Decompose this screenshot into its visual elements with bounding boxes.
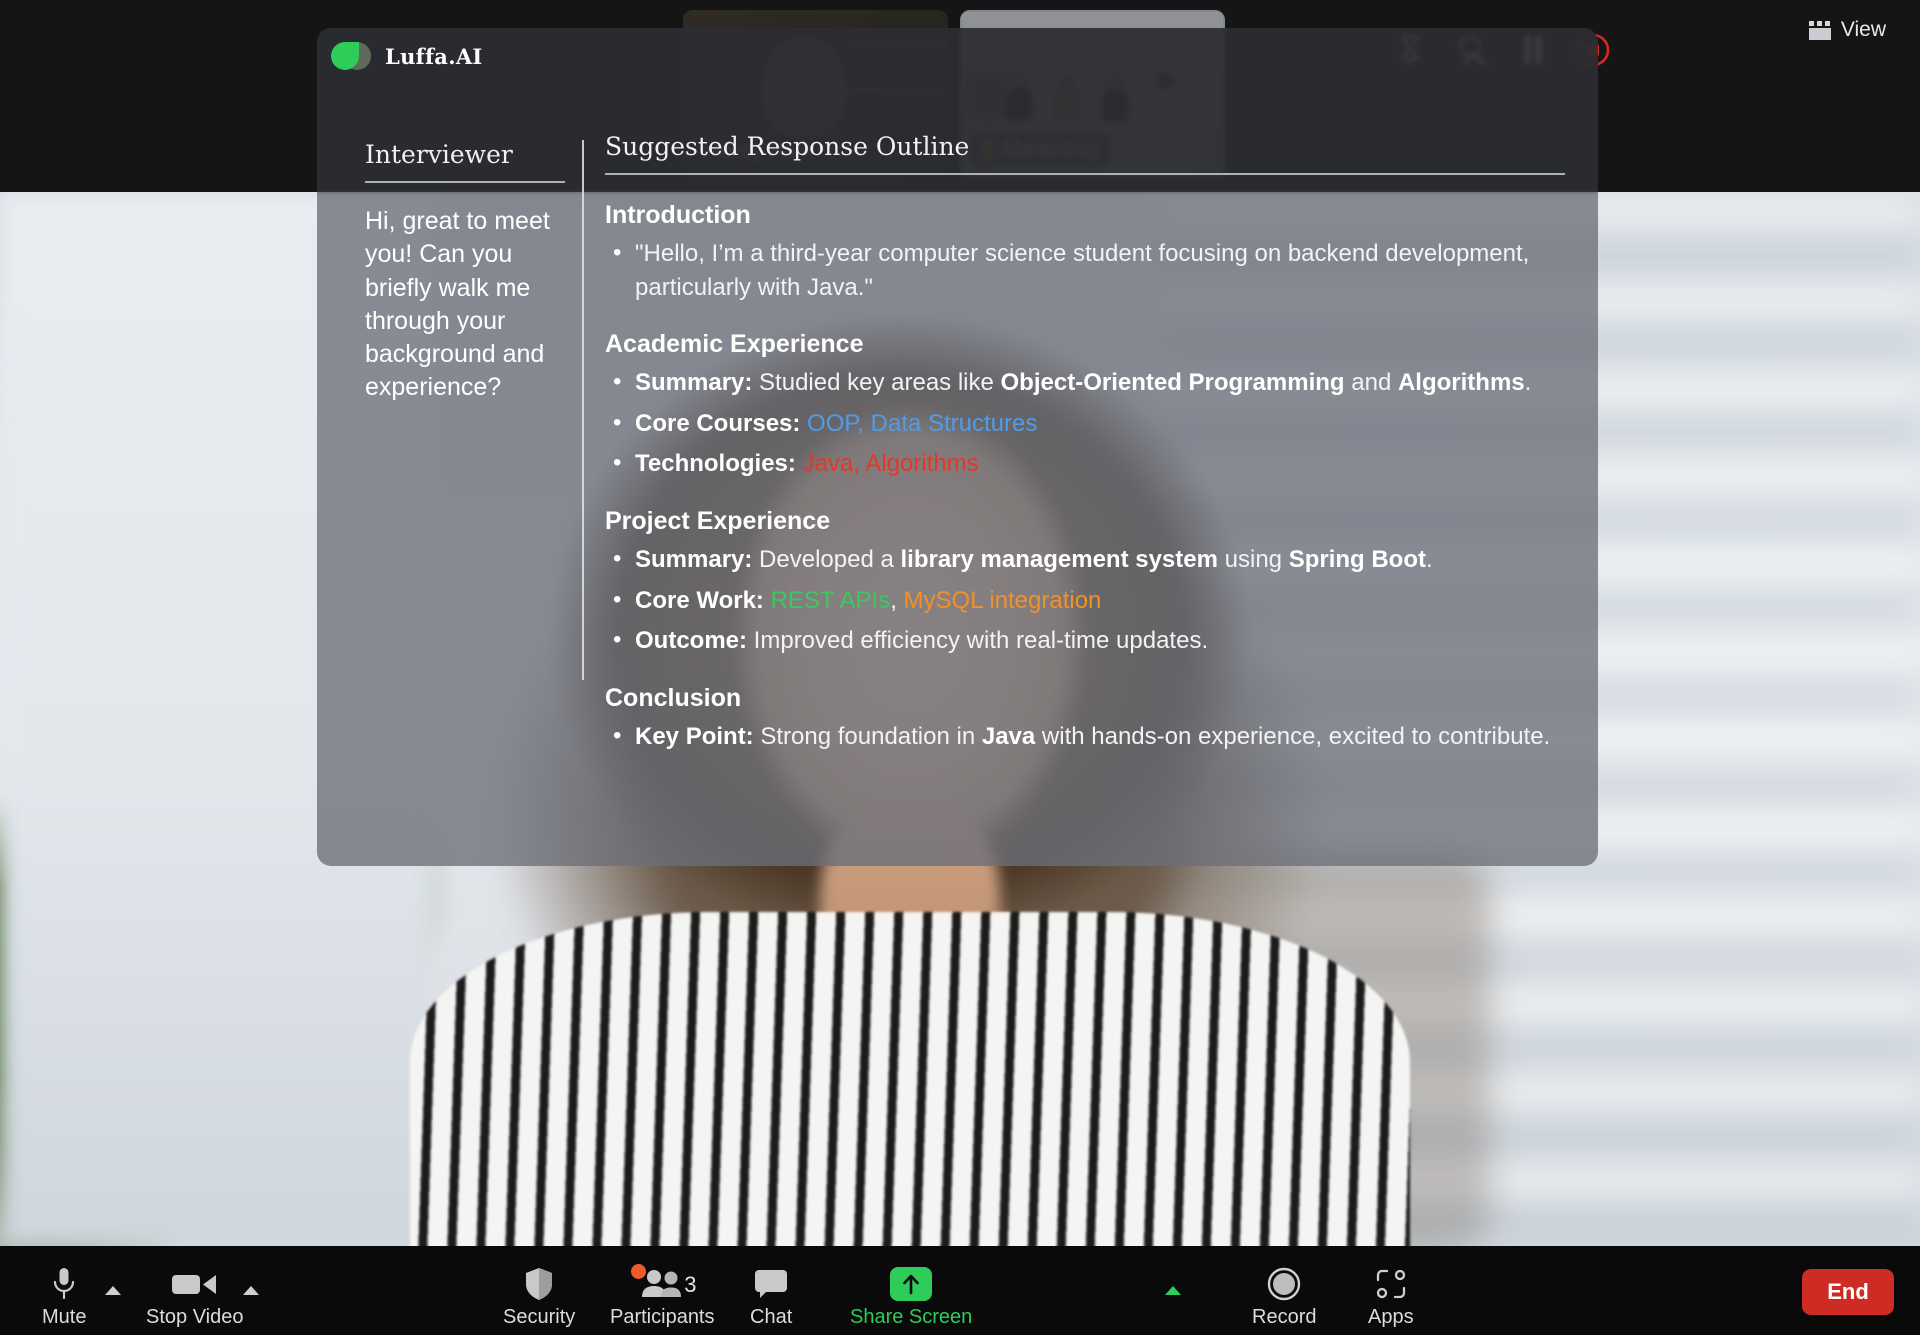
outline-text-span: with hands-on experience, excited to con… [1035, 722, 1551, 750]
participants-count: 3 [684, 1272, 697, 1297]
outline-text-span: using [1217, 545, 1289, 573]
apps-icon [1375, 1266, 1407, 1302]
outline-text-span: and [1344, 369, 1398, 397]
outline-bullet: Core Courses: OOP, Data Structures [605, 406, 1565, 441]
chat-label: Chat [750, 1306, 793, 1328]
interviewer-column: Interviewer Hi, great to meet you! Can y… [365, 140, 565, 405]
outline-text-span: Java, Algorithms [802, 450, 979, 478]
outline-text-span: OOP, Data Structures [807, 409, 1038, 437]
outline-text-span: Technologies: [635, 450, 796, 478]
outline-text-span: library management system [900, 545, 1218, 573]
outline-text-span: Spring Boot [1288, 545, 1426, 573]
outline-text-span: Summary: [635, 369, 753, 397]
outline-bullet: Technologies: Java, Algorithms [605, 446, 1565, 481]
share-options-caret-icon[interactable] [1165, 1286, 1181, 1295]
view-button-label: View [1840, 18, 1886, 41]
security-label: Security [503, 1306, 576, 1328]
outline-text-span: Key Point: [635, 722, 754, 750]
record-circle-icon [1267, 1266, 1301, 1302]
video-camera-icon [171, 1266, 218, 1302]
outline-text-span: Developed a [752, 545, 901, 573]
outline-section-title: Introduction [605, 201, 751, 229]
participants-button[interactable]: 3 Participants [610, 1264, 715, 1329]
outline-text-span: , [890, 586, 904, 614]
outline-text-span: Studied key areas like [752, 369, 1001, 397]
outline-text-span: Core Work: [635, 586, 764, 614]
shield-icon [524, 1266, 554, 1302]
chat-bubble-icon [754, 1266, 788, 1302]
outline-text-span: MySQL integration [903, 586, 1102, 614]
outline-text-span: REST APIs [770, 586, 891, 614]
end-label: End [1827, 1279, 1869, 1304]
outline-text-span: "Hello, I’m a third-year computer scienc… [635, 240, 1530, 301]
response-outline-column: Suggested Response Outline Introduction "… [605, 132, 1565, 753]
video-options-caret-icon[interactable] [243, 1286, 259, 1295]
outline-bullet: "Hello, I’m a third-year computer scienc… [605, 236, 1565, 304]
view-button[interactable]: View [1801, 12, 1894, 48]
brand-name: Luffa.AI [385, 43, 483, 69]
people-icon: 3 [631, 1264, 697, 1302]
outline-text-span: Algorithms [1397, 369, 1525, 397]
outline-bullet: Summary: Studied key areas like Object-O… [605, 365, 1565, 400]
outline-bullet: Summary: Developed a library management … [605, 542, 1565, 577]
outline-section: Conclusion Key Point: Strong foundation i… [605, 684, 1565, 754]
chat-button[interactable]: Chat [750, 1266, 792, 1329]
stop-video-label: Stop Video [146, 1306, 244, 1328]
outline-text-span: Java [981, 722, 1036, 750]
outline-bullet: Key Point: Strong foundation in Java wit… [605, 719, 1565, 754]
outline-text-span: Improved efficiency with real-time updat… [747, 627, 1209, 655]
ai-panel-header: Luffa.AI [317, 28, 1598, 84]
outline-bullet: Outcome: Improved efficiency with real-t… [605, 623, 1565, 658]
column-divider [582, 140, 584, 680]
outline-bullet-list: Key Point: Strong foundation in Java wit… [605, 719, 1565, 754]
share-up-arrow-icon [890, 1266, 933, 1302]
outline-bullet-list: Summary: Developed a library management … [605, 542, 1565, 658]
outline-text-span: . [1426, 545, 1433, 573]
stop-video-button[interactable]: Stop Video [146, 1266, 244, 1329]
outline-text-span [796, 450, 803, 477]
luffa-logo-icon [331, 42, 371, 70]
outline-text-span: . [1524, 369, 1532, 397]
outline-bullet: Core Work: REST APIs, MySQL integration [605, 583, 1565, 618]
share-screen-button[interactable]: Share Screen [850, 1266, 972, 1329]
interviewer-heading: Interviewer [365, 140, 513, 169]
outline-bullet-list: "Hello, I’m a third-year computer scienc… [605, 236, 1565, 304]
outline-section-title: Conclusion [605, 683, 742, 712]
security-button[interactable]: Security [503, 1266, 575, 1329]
interviewer-question: Hi, great to meet you! Can you briefly w… [365, 207, 550, 402]
ai-assistant-panel: Luffa.AI Interviewer Hi, great to meet y… [317, 28, 1598, 866]
heading-underline [365, 181, 565, 183]
share-screen-label: Share Screen [850, 1306, 973, 1328]
meeting-toolbar: Mute Stop Video Security 3 Participants … [0, 1246, 1920, 1335]
outline-section: Project Experience Summary: Developed a l… [605, 507, 1565, 658]
record-label: Record [1252, 1306, 1317, 1328]
apps-label: Apps [1368, 1306, 1414, 1328]
outline-underline [605, 173, 1565, 175]
mute-label: Mute [42, 1306, 87, 1328]
outline-section-title: Project Experience [605, 506, 831, 535]
outline-heading: Suggested Response Outline [605, 132, 970, 161]
mute-options-caret-icon[interactable] [105, 1286, 121, 1295]
outline-section-title: Academic Experience [605, 330, 864, 359]
end-meeting-button[interactable]: End [1802, 1269, 1894, 1315]
outline-text-span: Strong foundation in [753, 722, 982, 750]
outline-text-span: Summary: [635, 545, 753, 573]
outline-text-span [764, 587, 771, 614]
gallery-view-icon [1808, 20, 1831, 40]
apps-button[interactable]: Apps [1368, 1266, 1414, 1329]
mute-button[interactable]: Mute [42, 1266, 86, 1329]
microphone-icon [51, 1266, 77, 1302]
record-button[interactable]: Record [1252, 1266, 1316, 1329]
outline-text-span: Object-Oriented Programming [1000, 369, 1345, 397]
outline-sections: Introduction "Hello, I’m a third-year com… [605, 201, 1565, 753]
outline-text-span: Core Courses: [635, 409, 801, 437]
zoom-meeting-window: Henry Park Mark [0, 0, 1920, 1335]
outline-text-span: Outcome: [635, 627, 748, 655]
outline-section: Academic Experience Summary: Studied key … [605, 330, 1565, 481]
outline-bullet-list: Summary: Studied key areas like Object-O… [605, 365, 1565, 481]
outline-section: Introduction "Hello, I’m a third-year com… [605, 201, 1565, 304]
participants-label: Participants [610, 1306, 715, 1328]
